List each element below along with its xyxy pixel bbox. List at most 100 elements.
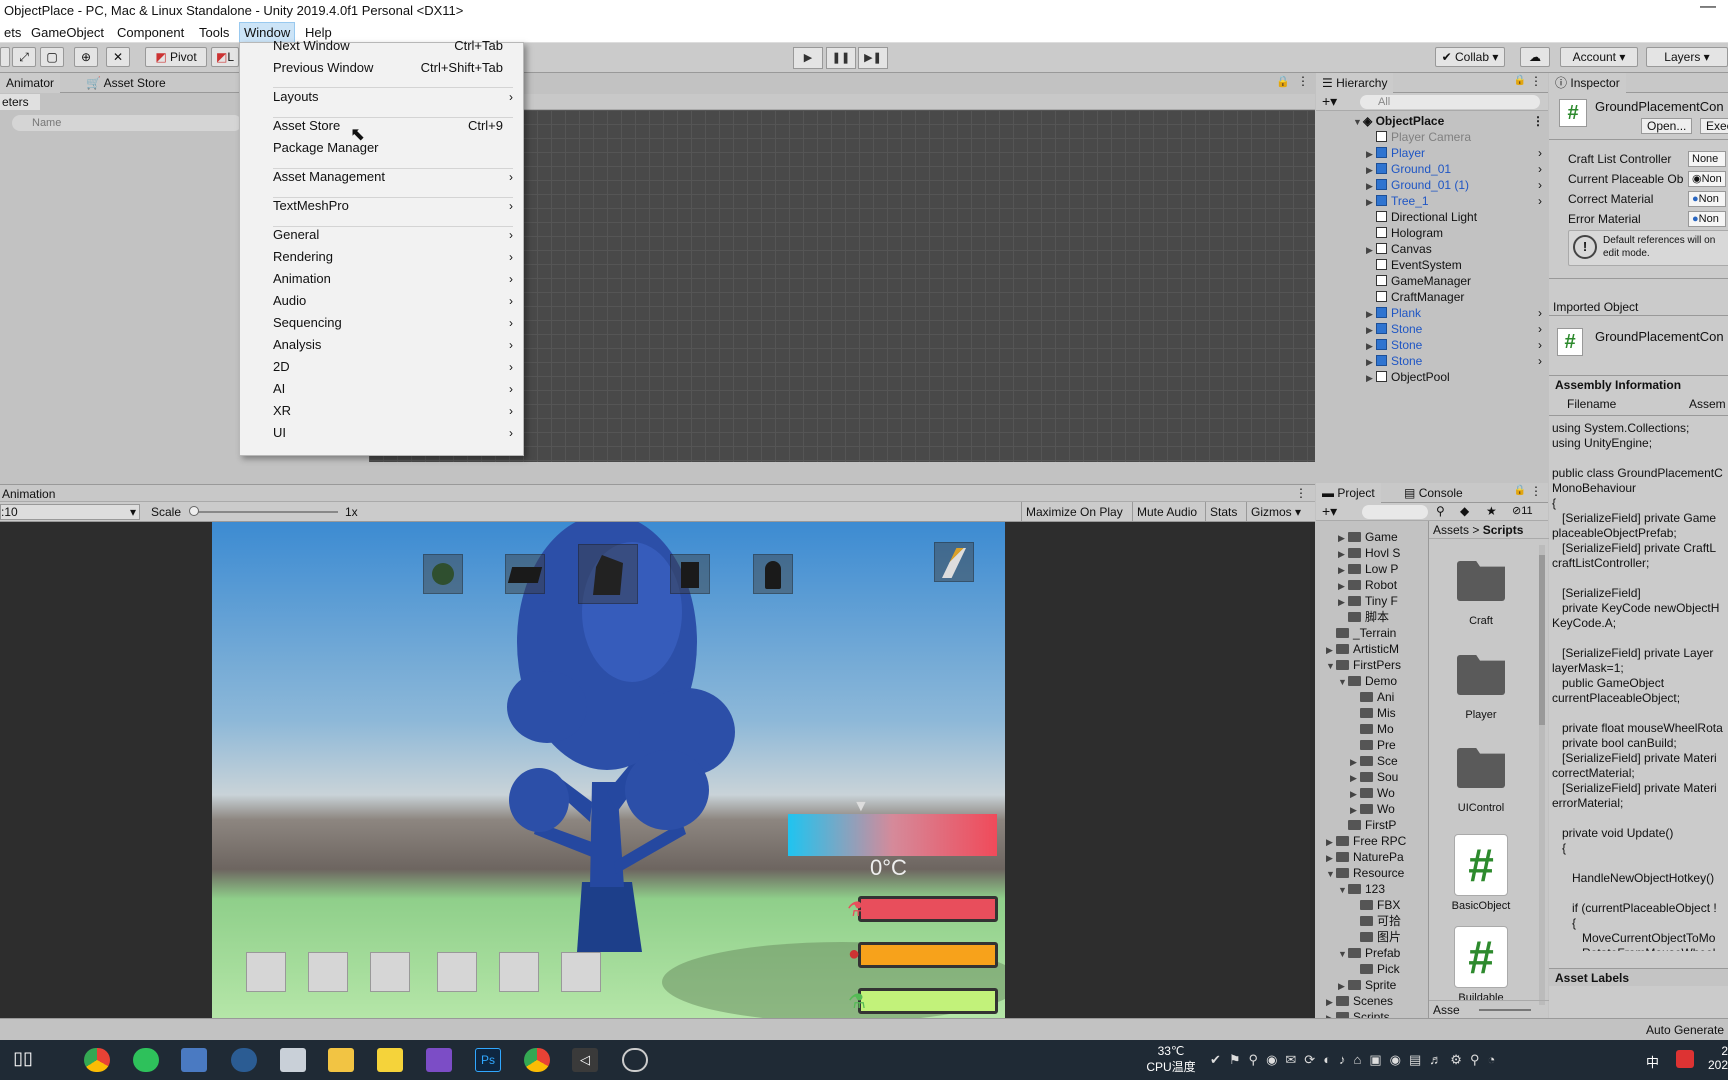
project-tree-item[interactable]: ▶ Sce — [1350, 753, 1398, 769]
animation-menu-icon[interactable]: ⋮ — [1295, 486, 1307, 500]
breadcrumb-scripts[interactable]: Scripts — [1483, 523, 1524, 537]
hierarchy-item[interactable]: ▶ Stone › — [1366, 321, 1548, 337]
hierarchy-item[interactable]: ▶ Player › — [1366, 145, 1548, 161]
tab-project[interactable]: ▬ Project — [1316, 483, 1381, 503]
project-tree-item[interactable]: ▶ Robot — [1338, 577, 1397, 593]
unity-icon[interactable]: ◁ — [572, 1048, 598, 1072]
hierarchy-item[interactable]: ▶ ObjectPool — [1366, 369, 1548, 385]
asset-item[interactable]: # BasicObject — [1435, 834, 1527, 912]
project-tree-item[interactable]: ▶ NaturePa — [1326, 849, 1404, 865]
hierarchy-item[interactable]: GameManager — [1366, 273, 1548, 289]
menu-item-package-manager[interactable]: Package Manager — [240, 138, 523, 158]
add-icon[interactable]: +▾ — [1322, 93, 1337, 110]
expand-arrow-icon[interactable]: ▼ — [1338, 946, 1348, 962]
hierarchy-item[interactable]: ▶ Plank › — [1366, 305, 1548, 321]
chrome-icon[interactable] — [84, 1048, 110, 1072]
project-tree-item[interactable]: Mo — [1350, 721, 1394, 737]
rect-select-icon[interactable]: ▢ — [40, 47, 64, 67]
project-tree-item[interactable]: ▶ Tiny F — [1338, 593, 1398, 609]
play-button[interactable]: ▶ — [793, 47, 823, 69]
expand-arrow-icon[interactable]: ▶ — [1338, 562, 1348, 578]
field-value[interactable]: None ( — [1688, 151, 1726, 167]
inventory-slot[interactable] — [561, 952, 601, 992]
project-tree-item[interactable]: FBX — [1350, 897, 1400, 913]
account-button[interactable]: Account ▾ — [1560, 47, 1638, 67]
task-view-icon[interactable]: ▯▯ — [10, 1048, 36, 1072]
menu-item-ai[interactable]: AI › — [240, 379, 523, 399]
player-icon[interactable] — [377, 1048, 403, 1072]
maximize-on-play-button[interactable]: Maximize On Play — [1021, 502, 1127, 522]
menu-item-audio[interactable]: Audio › — [240, 291, 523, 311]
hierarchy-item[interactable]: ▶ Stone › — [1366, 353, 1548, 369]
scrollbar[interactable] — [1539, 545, 1545, 1005]
expand-arrow-icon[interactable]: ▶ — [1366, 146, 1376, 162]
project-tree-item[interactable]: ▶ Low P — [1338, 561, 1398, 577]
chrome-alt-icon[interactable] — [524, 1048, 550, 1072]
project-tree-item[interactable]: Ani — [1350, 689, 1394, 705]
scene-menu-icon[interactable]: ⋮ — [1532, 113, 1544, 129]
project-tree-item[interactable]: ▼ 123 — [1338, 881, 1385, 897]
wechat-icon[interactable] — [133, 1048, 159, 1072]
menu-item-2d[interactable]: 2D › — [240, 357, 523, 377]
hierarchy-item[interactable]: Player Camera — [1366, 129, 1548, 145]
tab-animator[interactable]: Animator — [0, 73, 61, 93]
asset-item[interactable]: # Buildable — [1435, 926, 1527, 1004]
local-button[interactable]: ◩L — [211, 47, 239, 67]
expand-arrow-icon[interactable]: ▶ — [1338, 530, 1348, 546]
chevron-right-icon[interactable]: › — [1538, 321, 1542, 337]
project-tree-item[interactable]: ▶ Wo — [1350, 785, 1395, 801]
menu-component[interactable]: Component — [113, 22, 188, 43]
chevron-right-icon[interactable]: › — [1538, 305, 1542, 321]
tab-inspector[interactable]: ⓘ Inspector — [1549, 73, 1626, 93]
craft-slot-tree-icon[interactable] — [753, 554, 793, 594]
project-tree-item[interactable]: Pre — [1350, 737, 1396, 753]
calculator-icon[interactable] — [181, 1048, 207, 1072]
hierarchy-item[interactable]: Directional Light — [1366, 209, 1548, 225]
project-tree-item[interactable]: ▶ Scripts — [1326, 1009, 1390, 1018]
expand-arrow-icon[interactable]: ▶ — [1366, 178, 1376, 194]
expand-arrow-icon[interactable]: ▼ — [1326, 658, 1336, 674]
project-tree-item[interactable]: ▼ Prefab — [1338, 945, 1400, 961]
pause-button[interactable]: ❚❚ — [826, 47, 856, 69]
project-tree-item[interactable]: ▼ Demo — [1338, 673, 1397, 689]
project-tree-item[interactable]: _Terrain — [1326, 625, 1396, 641]
chevron-right-icon[interactable]: › — [1538, 193, 1542, 209]
field-value[interactable]: ●Non — [1688, 191, 1726, 207]
custom-tool-icon[interactable]: ✕ — [106, 47, 130, 67]
project-tree-item[interactable]: ▶ Wo — [1350, 801, 1395, 817]
asset-item[interactable]: Craft — [1435, 561, 1527, 627]
layers-button[interactable]: Layers ▾ — [1646, 47, 1728, 67]
menu-item-asset-store[interactable]: Asset Store Ctrl+9 — [240, 116, 523, 136]
menu-assets[interactable]: ets — [0, 22, 25, 43]
menu-item-asset-management[interactable]: Asset Management › — [240, 167, 523, 187]
menu-item-layouts[interactable]: Layouts › — [240, 87, 523, 107]
project-tree-item[interactable]: 图片 — [1350, 929, 1401, 945]
menu-item-rendering[interactable]: Rendering › — [240, 247, 523, 267]
menu-item-animation[interactable]: Animation › — [240, 269, 523, 289]
sogou-icon[interactable] — [1676, 1050, 1694, 1068]
photoshop-icon[interactable]: Ps — [475, 1048, 501, 1072]
craft-slot-stone-icon[interactable] — [423, 554, 463, 594]
hierarchy-search-input[interactable]: All — [1360, 95, 1540, 109]
tray-icons[interactable]: ✔⚑⚲◉✉⟳◐♪⌂▣◉▤♬⚙⚲◔ — [1210, 1052, 1503, 1068]
hierarchy-item[interactable]: CraftManager — [1366, 289, 1548, 305]
scene-row[interactable]: ▼◈ ObjectPlace ⋮ — [1353, 113, 1548, 129]
menu-tools[interactable]: Tools — [195, 22, 233, 43]
zoom-slider[interactable] — [1479, 1009, 1531, 1011]
collab-button[interactable]: ✔ Collab ▾ — [1435, 47, 1505, 67]
inventory-slot[interactable] — [370, 952, 410, 992]
hidden-count[interactable]: ⊘11 — [1512, 504, 1533, 517]
hierarchy-item[interactable]: ▶ Ground_01 › — [1366, 161, 1548, 177]
parameters-tab[interactable]: eters — [0, 94, 40, 110]
expand-arrow-icon[interactable]: ▶ — [1338, 578, 1348, 594]
lock-icon[interactable]: 🔒 — [1276, 75, 1290, 88]
expand-arrow-icon[interactable]: ▶ — [1350, 802, 1360, 818]
menu-gameobject[interactable]: GameObject — [27, 22, 108, 43]
breadcrumb-assets[interactable]: Assets — [1433, 523, 1469, 537]
chevron-right-icon[interactable]: › — [1538, 145, 1542, 161]
resolution-dropdown[interactable]: :10 ▾ — [0, 504, 140, 520]
asset-item[interactable]: UIControl — [1435, 748, 1527, 814]
menu-item-previous-window[interactable]: Previous Window Ctrl+Shift+Tab — [240, 58, 523, 78]
visual-studio-icon[interactable] — [426, 1048, 452, 1072]
menu-item-next-window[interactable]: Next Window Ctrl+Tab — [240, 36, 523, 56]
